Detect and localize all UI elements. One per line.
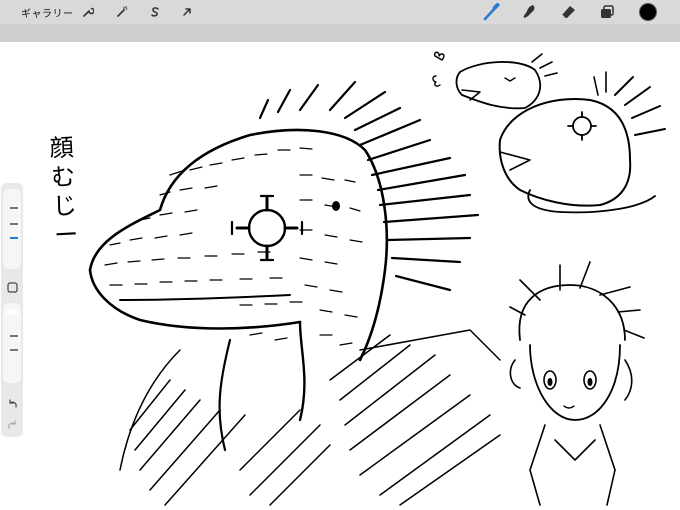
magic-wand-icon[interactable] xyxy=(113,3,131,21)
brush-icon[interactable] xyxy=(481,2,501,22)
smudge-icon[interactable] xyxy=(519,2,539,22)
toolbar-subbar xyxy=(0,24,680,42)
opacity-slider[interactable] xyxy=(3,303,21,383)
selection-s-icon[interactable] xyxy=(146,3,164,21)
left-sidebar xyxy=(1,183,23,437)
layers-icon[interactable] xyxy=(597,2,617,22)
top-toolbar: ギャラリー xyxy=(0,0,680,24)
transform-arrow-icon[interactable] xyxy=(178,3,196,21)
drawing-canvas[interactable]: 顔むじー xyxy=(0,42,680,510)
spike-strokes xyxy=(258,80,480,292)
modify-square-icon[interactable] xyxy=(6,281,18,293)
undo-icon[interactable] xyxy=(6,398,18,410)
wrench-icon[interactable] xyxy=(79,3,97,21)
redo-icon[interactable] xyxy=(6,419,18,431)
brush-size-slider[interactable] xyxy=(3,189,21,269)
eraser-icon[interactable] xyxy=(558,2,578,22)
gallery-button[interactable]: ギャラリー xyxy=(21,5,74,20)
sketch-artwork xyxy=(88,51,666,506)
color-swatch[interactable] xyxy=(639,3,657,21)
